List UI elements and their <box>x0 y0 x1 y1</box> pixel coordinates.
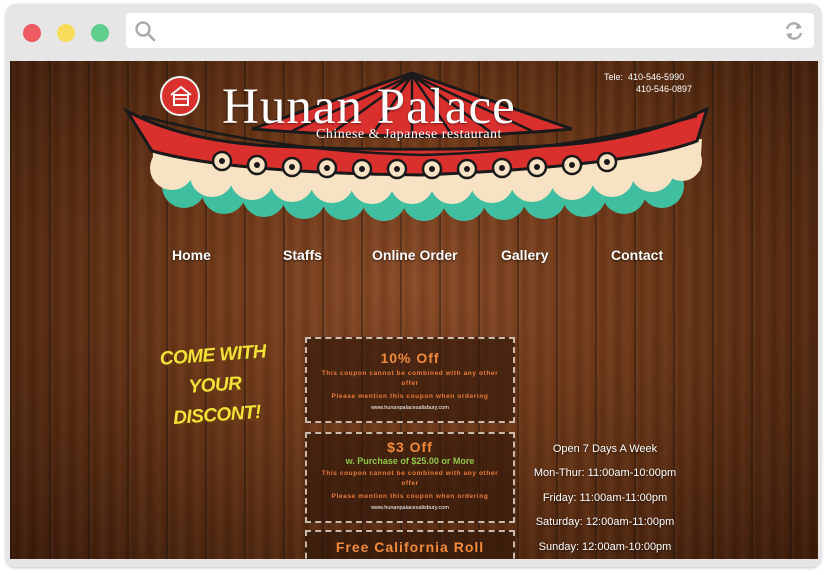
coupon-terms: This coupon cannot be combined with any … <box>321 370 499 387</box>
hours-line: Mon-Thur: 11:00am-10:00pm <box>533 467 677 480</box>
hours-line: Saturday: 12:00am-11:00pm <box>535 516 675 529</box>
coupon-url[interactable]: www.hunanpalacesalisbury.com <box>307 405 513 411</box>
nav-home[interactable]: Home <box>172 247 211 263</box>
coupon-url[interactable]: www.hunanpalacesalisbury.com <box>307 505 513 511</box>
minimize-window-button[interactable] <box>57 24 75 42</box>
coupon-title: $3 Off <box>387 439 433 455</box>
search-icon <box>134 20 156 47</box>
nav-gallery[interactable]: Gallery <box>501 247 548 263</box>
coupon-subtitle: w. Purchase of $25.00 or More <box>345 456 475 466</box>
close-window-button[interactable] <box>23 24 41 42</box>
maximize-window-button[interactable] <box>91 24 109 42</box>
coupon-3-off[interactable]: $3 Off w. Purchase of $25.00 or More Thi… <box>305 432 515 523</box>
coupon-title: 10% Off <box>380 350 440 366</box>
reload-icon[interactable] <box>783 20 805 47</box>
hours-line: Friday: 11:00am-11:00pm <box>542 491 668 504</box>
promo-text: COME WITH YOUR DISCONT! <box>157 337 273 434</box>
coupon-mention: Please mention this coupon when ordering <box>331 493 489 500</box>
site-tagline: Chinese & Japanese restaurant <box>316 127 502 142</box>
promo-line: DISCONT! <box>172 401 262 429</box>
hours-line: Sunday: 12:00am-10:00pm <box>538 540 672 553</box>
nav-online-order[interactable]: Online Order <box>372 247 458 263</box>
nav-staffs[interactable]: Staffs <box>283 247 322 263</box>
site-title: Hunan Palace <box>222 79 516 135</box>
house-icon <box>170 85 192 106</box>
hours-heading: Open 7 Days A Week <box>552 443 658 455</box>
logo[interactable] <box>160 76 200 116</box>
opening-hours: Open 7 Days A Week Mon-Thur: 11:00am-10:… <box>520 437 690 559</box>
browser-window: Tele: 410-546-5990 410-546-0897 Hunan Pa… <box>6 4 821 567</box>
coupon-title: Free California Roll <box>335 539 485 555</box>
address-bar[interactable] <box>126 13 814 48</box>
webpage: Tele: 410-546-5990 410-546-0897 Hunan Pa… <box>10 61 818 559</box>
nav-contact[interactable]: Contact <box>611 247 663 263</box>
coupon-terms: This coupon cannot be combined with any … <box>321 470 499 487</box>
coupon-10-off[interactable]: 10% Off This coupon cannot be combined w… <box>305 337 515 423</box>
coupon-mention: Please mention this coupon when ordering <box>331 393 489 400</box>
coupon-free-california-roll[interactable]: Free California Roll <box>305 530 515 559</box>
